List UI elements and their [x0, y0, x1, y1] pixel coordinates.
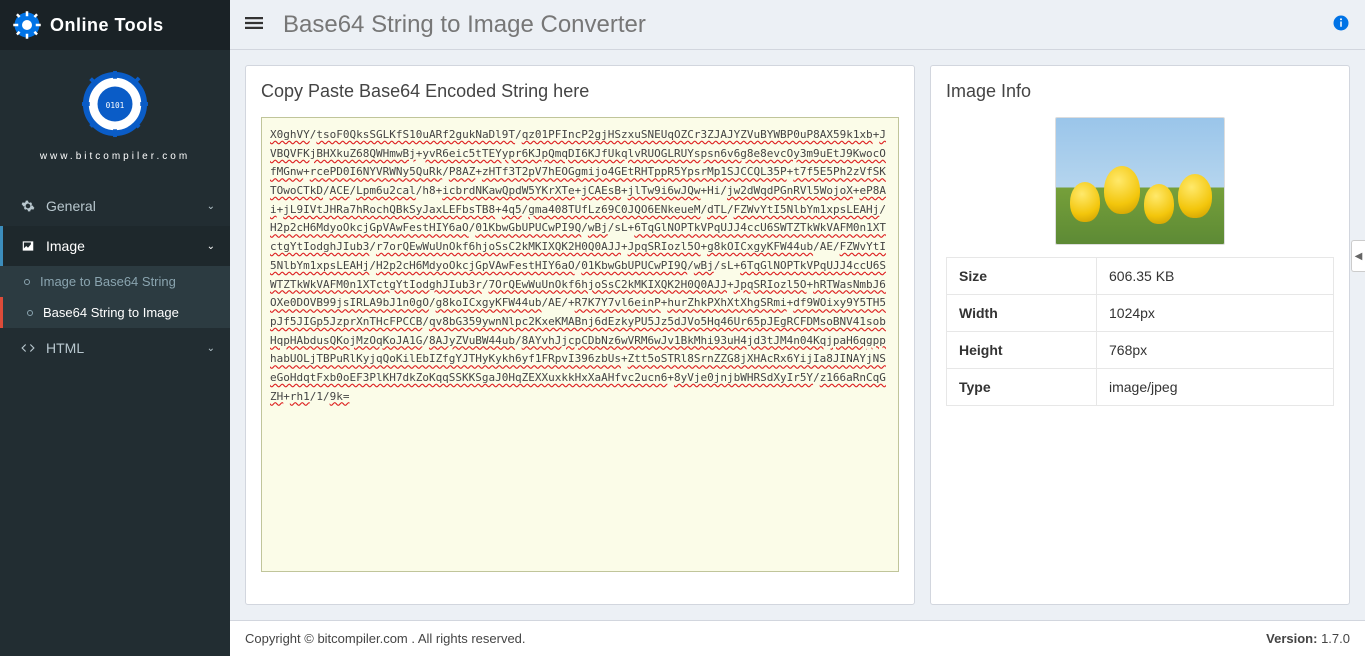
hamburger-icon[interactable]: [245, 14, 263, 35]
svg-text:0101: 0101: [106, 101, 125, 110]
chevron-down-icon: ⌄: [207, 343, 215, 354]
image-preview: [946, 117, 1334, 257]
user-panel: 0101 www.bitcompiler.com: [0, 50, 230, 172]
input-panel-title: Copy Paste Base64 Encoded String here: [246, 66, 914, 117]
sidebar-item-label: HTML: [46, 340, 84, 356]
info-panel-title: Image Info: [931, 66, 1349, 117]
preview-thumbnail[interactable]: [1055, 117, 1225, 245]
site-url[interactable]: www.bitcompiler.com: [10, 151, 220, 162]
side-handle[interactable]: ◀: [1351, 240, 1365, 272]
sidebar-menu: General ⌄ Image ⌄ Image to Base64 String…: [0, 186, 230, 368]
image-icon: [18, 239, 38, 253]
code-icon: [18, 341, 38, 355]
sidebar-item-label: Image: [46, 238, 85, 254]
table-row: Height768px: [947, 332, 1334, 369]
footer-version: 1.7.0: [1321, 631, 1350, 646]
brand-gear-icon: [12, 10, 42, 40]
main-content: Base64 String to Image Converter Copy Pa…: [230, 0, 1365, 656]
footer-version-label: Version:: [1266, 631, 1317, 646]
info-panel: Image Info Size606.35 KB Width1024px Hei…: [930, 65, 1350, 605]
footer-copyright: Copyright © bitcompiler.com . All rights…: [245, 631, 526, 646]
table-row: Width1024px: [947, 295, 1334, 332]
input-panel: Copy Paste Base64 Encoded String here X0…: [245, 65, 915, 605]
chevron-down-icon: ⌄: [207, 241, 215, 252]
table-row: Size606.35 KB: [947, 258, 1334, 295]
topbar: Base64 String to Image Converter: [230, 0, 1365, 50]
footer: Copyright © bitcompiler.com . All rights…: [230, 620, 1365, 656]
page-title: Base64 String to Image Converter: [283, 11, 646, 39]
base64-input[interactable]: X0ghVY/tsoF0QksSGLKfS10uARf2gukNaDl9T/qz…: [261, 117, 899, 572]
subitem-base64-to-image[interactable]: Base64 String to Image: [3, 297, 230, 328]
gear-icon: [18, 199, 38, 213]
brand-logo[interactable]: Online Tools: [0, 0, 230, 50]
sidebar: Online Tools 0101 www.bitcompiler.com Ge…: [0, 0, 230, 656]
site-badge-icon: 0101: [81, 70, 149, 138]
sidebar-item-html[interactable]: HTML ⌄: [0, 328, 230, 368]
image-info-table: Size606.35 KB Width1024px Height768px Ty…: [946, 257, 1334, 406]
brand-text: Online Tools: [50, 15, 164, 36]
sidebar-item-image[interactable]: Image ⌄: [0, 226, 230, 266]
sidebar-item-label: General: [46, 198, 96, 214]
chevron-down-icon: ⌄: [207, 201, 215, 212]
info-icon[interactable]: [1332, 14, 1350, 35]
subitem-image-to-base64[interactable]: Image to Base64 String: [0, 266, 230, 297]
sidebar-item-general[interactable]: General ⌄: [0, 186, 230, 226]
table-row: Typeimage/jpeg: [947, 369, 1334, 406]
